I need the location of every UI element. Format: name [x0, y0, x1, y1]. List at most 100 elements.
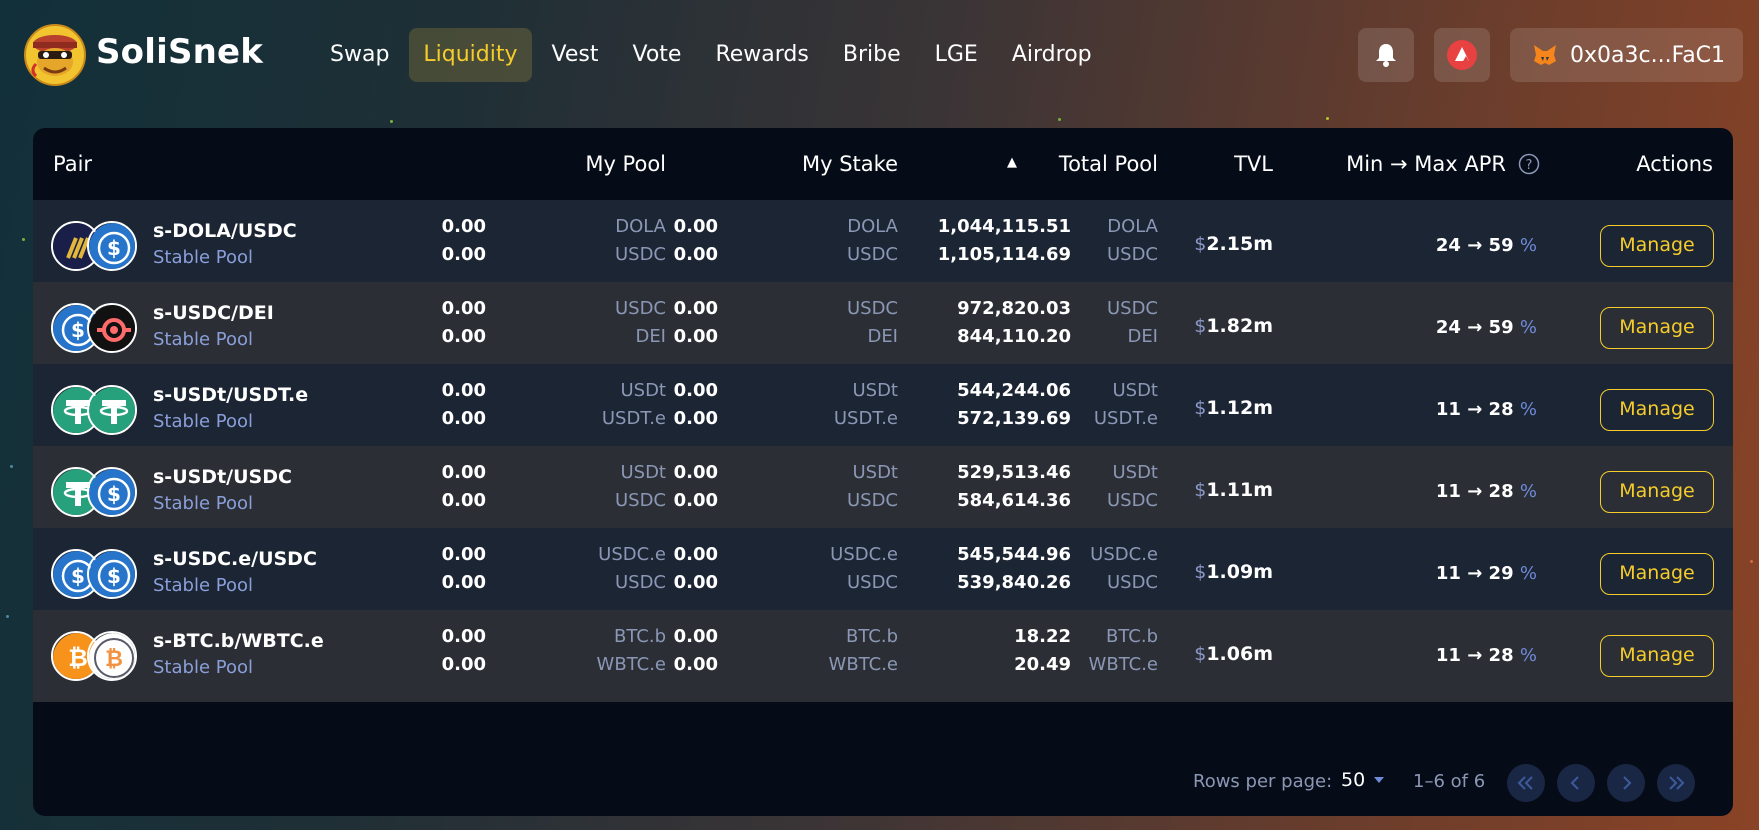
- chevron-double-left-icon: [1517, 776, 1533, 790]
- dollar-sign: $: [1194, 315, 1207, 337]
- rows-per-page-select[interactable]: 50: [1341, 769, 1385, 791]
- nav-lge[interactable]: LGE: [921, 28, 992, 82]
- nav-liquidity[interactable]: Liquidity: [409, 28, 532, 82]
- chevron-right-icon: [1623, 776, 1632, 790]
- total-pool-amount-2: 20.49: [1014, 654, 1071, 675]
- percent-sign: %: [1519, 645, 1537, 666]
- rows-per-page-label: Rows per page:: [1193, 771, 1333, 792]
- my-pool-token-2: WBTC.e: [596, 654, 666, 675]
- manage-button[interactable]: Manage: [1600, 389, 1714, 431]
- table-row: s-USDt/USDT.e Stable Pool 0.00 0.00 USDt USDT…: [33, 364, 1733, 456]
- my-stake-token-1: USDC: [846, 298, 898, 319]
- nav-bribe[interactable]: Bribe: [829, 28, 915, 82]
- col-my-stake[interactable]: My Stake: [802, 152, 898, 176]
- my-pool-amount-1: 0.00: [441, 544, 486, 565]
- my-stake-token-1: DOLA: [847, 216, 898, 237]
- total-pool-token-2: USDC: [1106, 490, 1158, 511]
- nav-airdrop[interactable]: Airdrop: [998, 28, 1106, 82]
- total-pool-token-2: USDC: [1106, 572, 1158, 593]
- total-pool-token-2: USDT.e: [1093, 408, 1158, 429]
- apr-range: 11 → 28 %: [1436, 481, 1537, 502]
- manage-button[interactable]: Manage: [1600, 225, 1714, 267]
- wallet-button[interactable]: 0x0a3c...FaC1: [1510, 28, 1743, 82]
- dei-icon: [87, 303, 137, 353]
- tvl-value: $2.15m: [1194, 233, 1273, 255]
- caret-down-icon: [1374, 777, 1385, 783]
- manage-button[interactable]: Manage: [1600, 553, 1714, 595]
- manage-button[interactable]: Manage: [1600, 635, 1714, 677]
- my-pool-amount-2: 0.00: [441, 408, 486, 429]
- percent-sign: %: [1519, 399, 1537, 420]
- pool-type: Stable Pool: [153, 247, 253, 268]
- col-total-pool[interactable]: Total Pool: [1059, 152, 1158, 176]
- notifications-button[interactable]: [1358, 28, 1414, 82]
- table-row: $ s-DOLA/USDC Stable Pool 0.00 0.00 DOLA USDC 0…: [33, 200, 1733, 292]
- my-pool-token-2: USDC: [614, 572, 666, 593]
- pool-type: Stable Pool: [153, 575, 253, 596]
- pair-name[interactable]: s-USDC.e/USDC: [153, 548, 317, 570]
- next-page-button[interactable]: [1607, 764, 1645, 802]
- my-pool-token-1: USDt: [620, 380, 666, 401]
- nav-vote[interactable]: Vote: [619, 28, 696, 82]
- col-pair[interactable]: Pair: [53, 152, 92, 176]
- my-pool-amount-2: 0.00: [441, 572, 486, 593]
- bell-icon: [1376, 44, 1396, 67]
- tvl-value: $1.12m: [1194, 397, 1273, 419]
- my-stake-token-2: WBTC.e: [828, 654, 898, 675]
- help-icon[interactable]: ?: [1518, 153, 1540, 175]
- pair-name[interactable]: s-DOLA/USDC: [153, 220, 297, 242]
- total-pool-amount-2: 572,139.69: [957, 408, 1071, 429]
- total-pool-token-1: USDt: [1112, 462, 1158, 483]
- dollar-sign: $: [1194, 233, 1207, 255]
- solisnek-logo-icon[interactable]: [24, 24, 86, 86]
- nav-vest[interactable]: Vest: [538, 28, 613, 82]
- pair-icons: [51, 385, 139, 437]
- total-pool-amount-1: 545,544.96: [957, 544, 1071, 565]
- my-stake-amount-2: 0.00: [673, 654, 718, 675]
- apr-values: 24 → 59: [1435, 235, 1514, 256]
- pool-type: Stable Pool: [153, 329, 253, 350]
- pair-icons: ₿ ₿: [51, 631, 139, 683]
- background-dot: [22, 238, 25, 241]
- manage-button[interactable]: Manage: [1600, 471, 1714, 513]
- total-pool-token-1: USDt: [1112, 380, 1158, 401]
- first-page-button[interactable]: [1507, 764, 1545, 802]
- svg-text:$: $: [71, 318, 85, 342]
- dollar-sign: $: [1194, 479, 1207, 501]
- total-pool-amount-2: 584,614.36: [957, 490, 1071, 511]
- manage-button[interactable]: Manage: [1600, 307, 1714, 349]
- pair-name[interactable]: s-BTC.b/WBTC.e: [153, 630, 324, 652]
- nav-swap[interactable]: Swap: [316, 28, 403, 82]
- apr-range: 11 → 28 %: [1436, 645, 1537, 666]
- svg-text:$: $: [71, 564, 85, 588]
- apr-range: 11 → 28 %: [1436, 399, 1537, 420]
- background-dot: [1750, 560, 1753, 563]
- tvl-value: $1.06m: [1194, 643, 1273, 665]
- pair-name[interactable]: s-USDC/DEI: [153, 302, 274, 324]
- col-apr[interactable]: Min → Max APR: [1346, 152, 1506, 176]
- network-button[interactable]: [1434, 28, 1490, 82]
- apr-values: 11 → 28: [1435, 481, 1514, 502]
- total-pool-amount-1: 529,513.46: [957, 462, 1071, 483]
- total-pool-token-1: USDC.e: [1090, 544, 1158, 565]
- brand-name: SoliSnek: [96, 32, 264, 72]
- col-tvl[interactable]: TVL: [1234, 152, 1273, 176]
- nav-rewards[interactable]: Rewards: [701, 28, 822, 82]
- prev-page-button[interactable]: [1557, 764, 1595, 802]
- pair-name[interactable]: s-USDt/USDT.e: [153, 384, 308, 406]
- last-page-button[interactable]: [1657, 764, 1695, 802]
- chevron-double-right-icon: [1669, 776, 1685, 790]
- pool-type: Stable Pool: [153, 493, 253, 514]
- usdc-icon: $: [87, 467, 137, 517]
- my-pool-token-2: DEI: [635, 326, 666, 347]
- my-stake-amount-1: 0.00: [673, 380, 718, 401]
- col-my-pool[interactable]: My Pool: [585, 152, 666, 176]
- dollar-sign: $: [1194, 643, 1207, 665]
- background-dot: [10, 465, 13, 468]
- my-stake-token-2: USDC: [846, 572, 898, 593]
- my-stake-amount-2: 0.00: [673, 326, 718, 347]
- pair-name[interactable]: s-USDt/USDC: [153, 466, 292, 488]
- apr-values: 11 → 29: [1435, 563, 1514, 584]
- my-pool-amount-1: 0.00: [441, 380, 486, 401]
- total-pool-token-2: USDC: [1106, 244, 1158, 265]
